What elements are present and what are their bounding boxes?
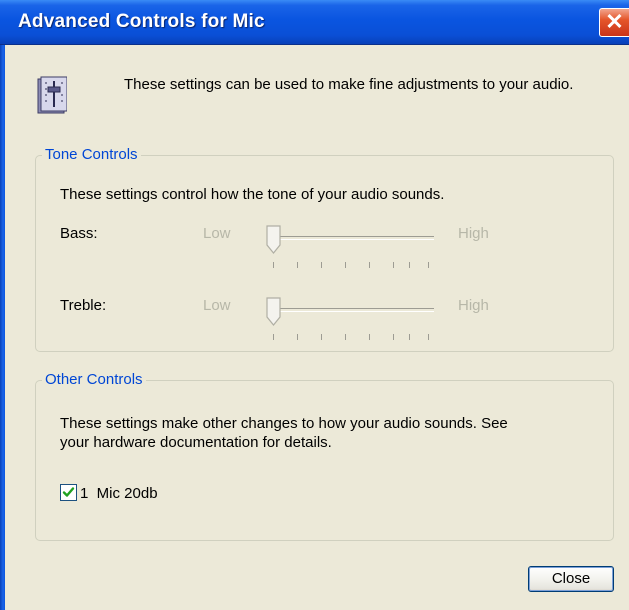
other-controls-description-line1: These settings make other changes to how… (60, 415, 508, 432)
bass-slider-ticks (267, 262, 434, 268)
other-controls-group: Other Controls (35, 371, 614, 541)
mic-20db-label[interactable]: 1 Mic 20db (80, 484, 158, 503)
bass-slider-track[interactable] (267, 236, 434, 240)
bass-label: Bass: (60, 225, 98, 242)
bass-low-label: Low (203, 225, 231, 242)
dialog-window: Advanced Controls for Mic ✕ These settin… (0, 0, 629, 610)
treble-slider-thumb[interactable] (266, 297, 282, 327)
close-window-button[interactable]: ✕ (599, 8, 629, 37)
bass-high-label: High (458, 225, 489, 242)
close-icon: ✕ (605, 9, 624, 34)
title-bar[interactable]: Advanced Controls for Mic ✕ (0, 0, 629, 45)
check-mark-icon (62, 487, 75, 497)
other-controls-legend: Other Controls (42, 371, 146, 389)
window-title: Advanced Controls for Mic (18, 11, 265, 32)
treble-slider-ticks (267, 334, 434, 340)
treble-high-label: High (458, 297, 489, 314)
close-button[interactable]: Close (528, 566, 614, 592)
mixer-slider-icon (37, 76, 67, 114)
treble-low-label: Low (203, 297, 231, 314)
other-controls-description-line2: your hardware documentation for details. (60, 434, 332, 451)
header-description: These settings can be used to make fine … (124, 76, 574, 93)
tone-controls-legend: Tone Controls (42, 146, 141, 164)
tone-controls-description: These settings control how the tone of y… (60, 186, 445, 203)
window-frame-left (0, 45, 5, 610)
mic-20db-checkbox[interactable] (60, 484, 77, 501)
bass-slider-thumb[interactable] (266, 225, 282, 255)
treble-label: Treble: (60, 297, 107, 314)
treble-slider-track[interactable] (267, 308, 434, 312)
